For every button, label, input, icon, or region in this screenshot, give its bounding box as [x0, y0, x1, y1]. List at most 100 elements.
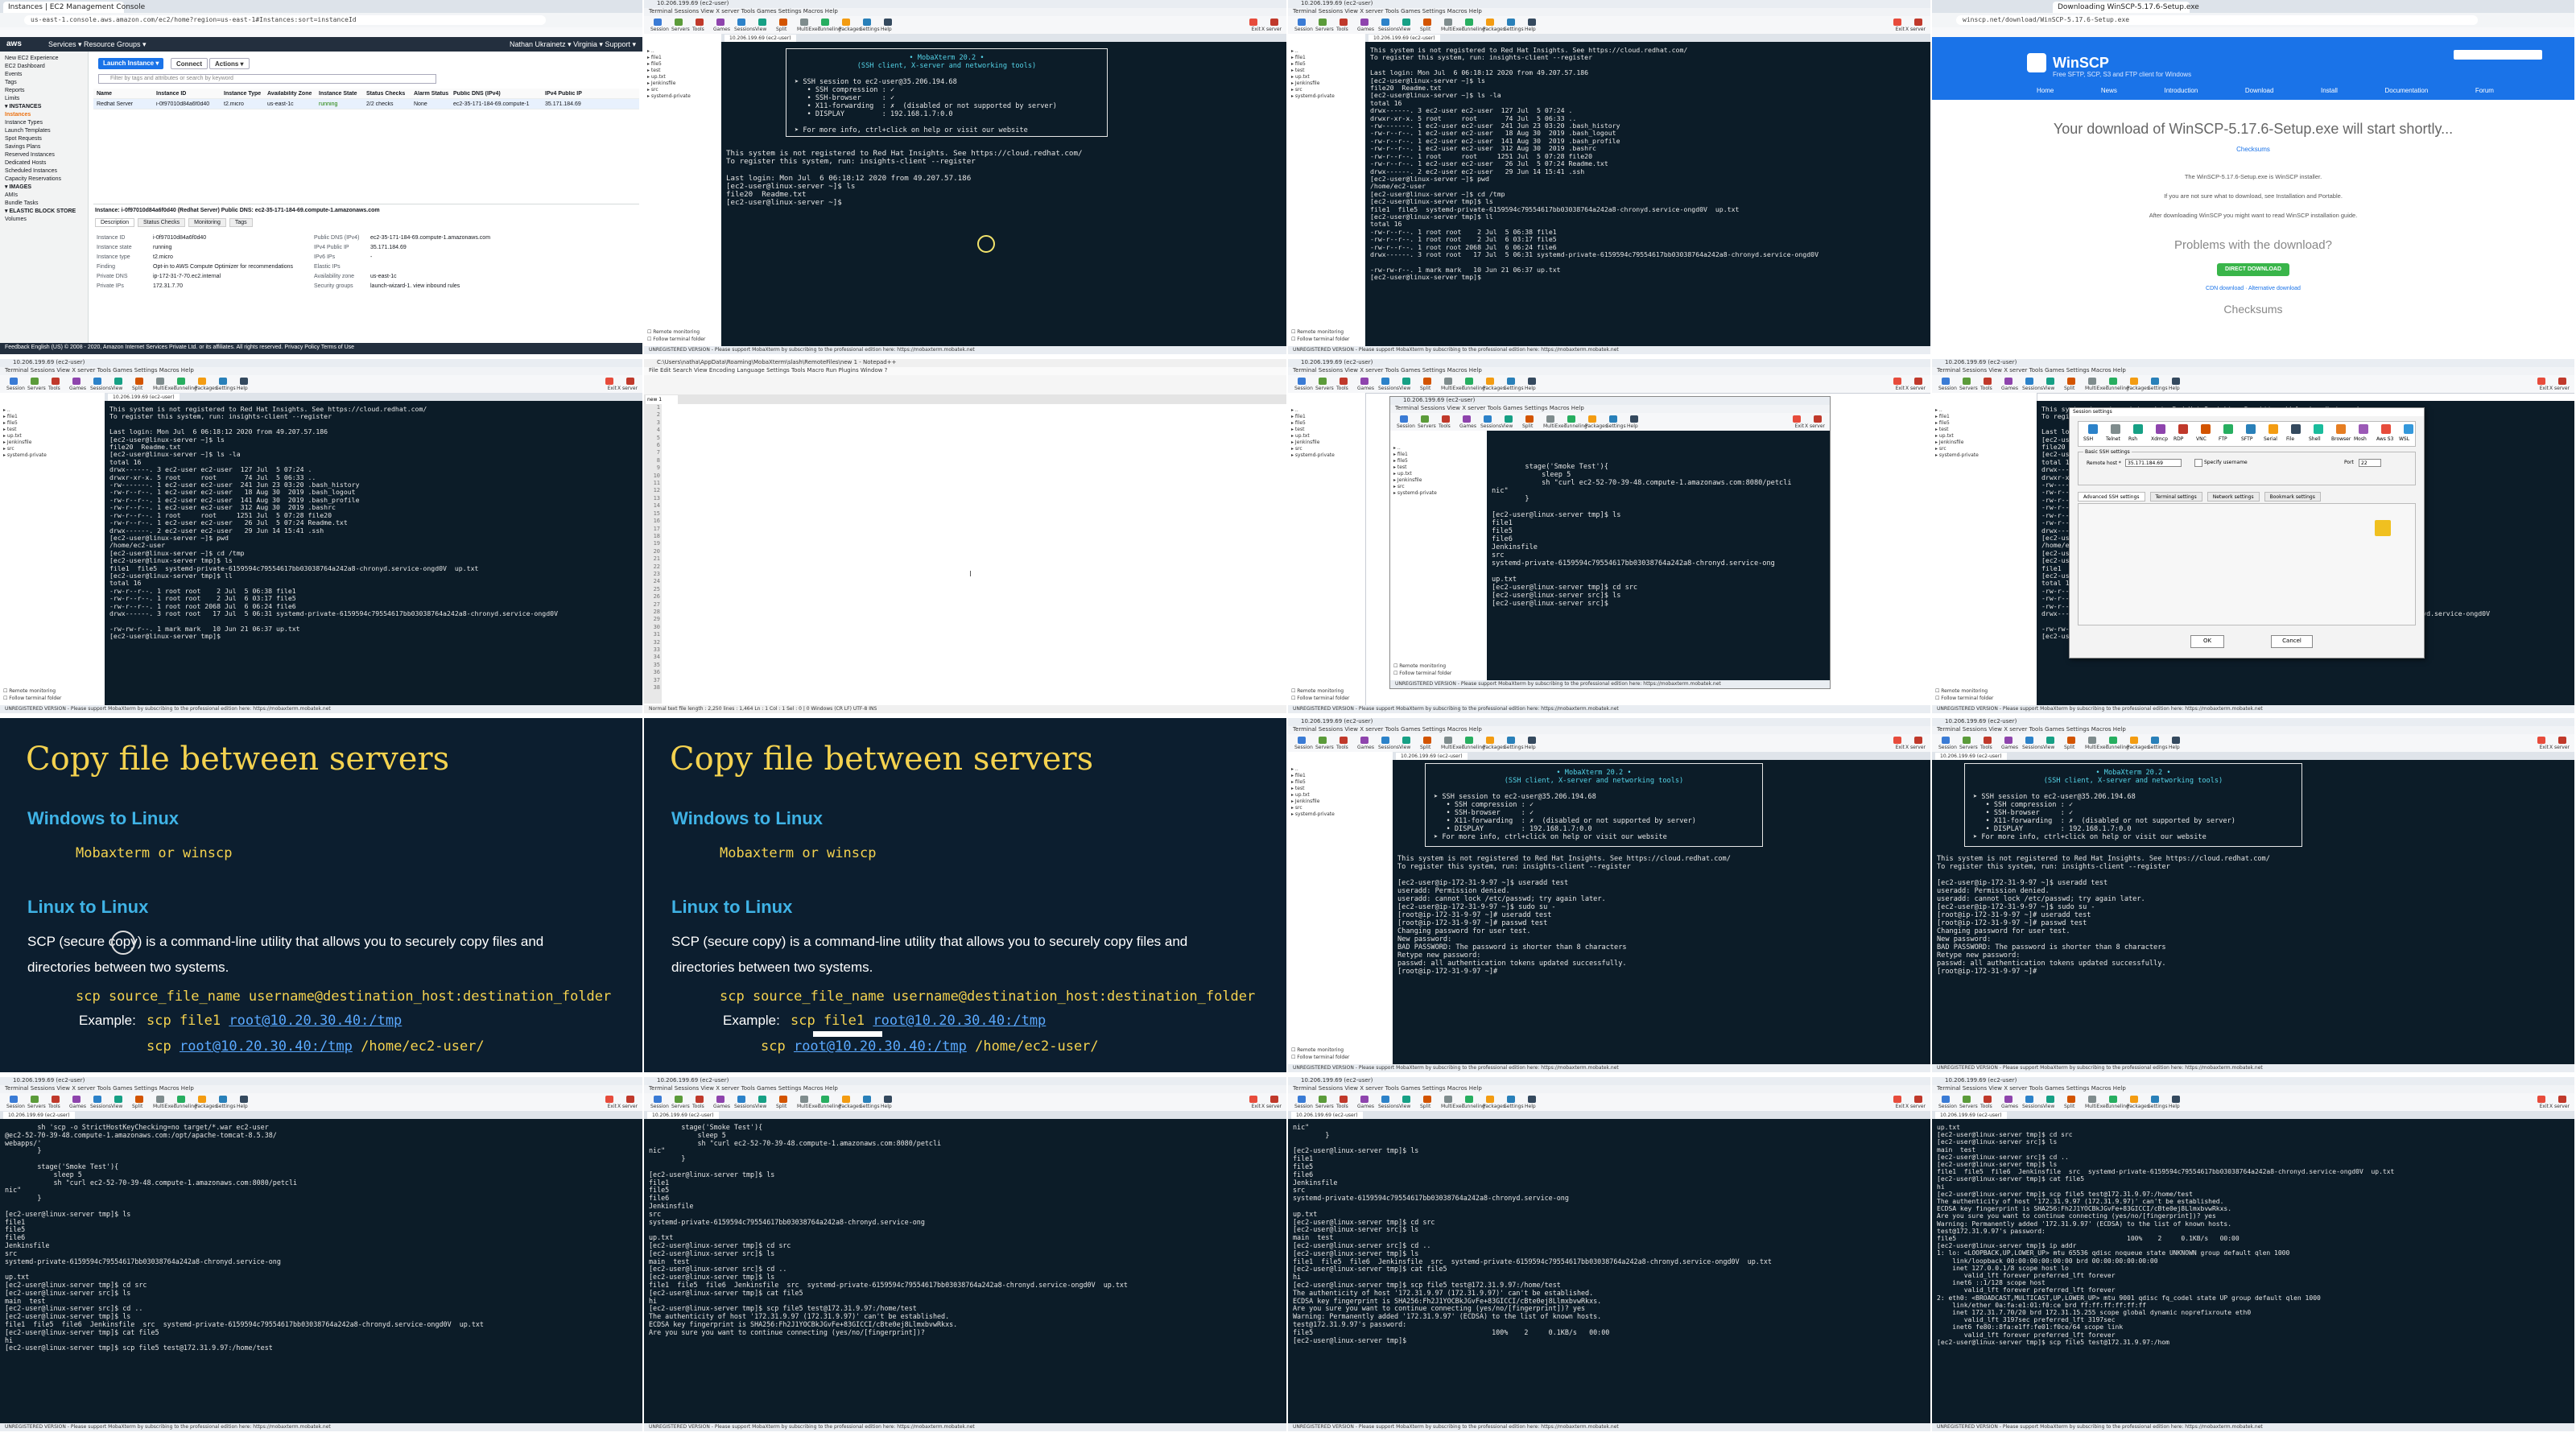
- toolbar-tunneling-icon[interactable]: [1465, 19, 1473, 26]
- file-tree-item[interactable]: ▸ Jenkinsfile: [1291, 799, 1360, 805]
- file-tree-item[interactable]: ▸ systemd-private: [3, 452, 72, 459]
- toolbar-help-icon[interactable]: [2172, 378, 2180, 385]
- aws-sidebar-item[interactable]: Capacity Reservations: [5, 175, 83, 184]
- session-tab[interactable]: 10.206.199.69 (ec2-user): [3, 1112, 75, 1119]
- menu-bar[interactable]: Terminal Sessions View X server Tools Ga…: [1288, 8, 1930, 16]
- toolbar-exit-icon[interactable]: [1893, 378, 1901, 385]
- toolbar-view-icon[interactable]: [2046, 378, 2054, 385]
- session-type-telnet-icon[interactable]: [2111, 424, 2120, 434]
- toolbar-split-icon[interactable]: [2067, 1096, 2075, 1103]
- actions-button[interactable]: Actions ▾: [209, 58, 250, 69]
- toolbar-settings-icon[interactable]: [1507, 19, 1515, 26]
- table-header-cell[interactable]: Availability Zone: [264, 91, 316, 97]
- table-row[interactable]: Redhat Server i-0f97010d84a6f0d40 t2.micro…: [93, 99, 639, 109]
- aws-sidebar-item[interactable]: Dedicated Hosts: [5, 159, 83, 167]
- session-type-vnc-icon[interactable]: [2201, 424, 2211, 434]
- session-type-serial-icon[interactable]: [2268, 424, 2278, 434]
- aws-sidebar-item[interactable]: Instances: [5, 111, 83, 119]
- aws-sidebar-item[interactable]: AMIs: [5, 192, 83, 200]
- toolbar-x-server-icon[interactable]: [2558, 737, 2566, 744]
- toolbar-tools-icon[interactable]: [1340, 1096, 1348, 1103]
- file-tree-item[interactable]: ▸ file1: [1393, 452, 1463, 458]
- toolbar-session-icon[interactable]: [1298, 1096, 1306, 1103]
- filter-input[interactable]: Filter by tags and attributes or search …: [98, 74, 436, 84]
- file-tree-item[interactable]: ▸ systemd-private: [1393, 490, 1463, 497]
- toolbar-games-icon[interactable]: [1360, 737, 1368, 744]
- site-nav-item[interactable]: Install: [2321, 87, 2338, 94]
- aws-sidebar-item[interactable]: Reports: [5, 87, 83, 95]
- file-tree-item[interactable]: ▸ src: [3, 446, 72, 452]
- file-tree[interactable]: ▸ .. ▸ file1 ▸ file5 ▸ test ▸ up.txt ▸ Jenkin…: [647, 48, 716, 100]
- toolbar-split-icon[interactable]: [1423, 1096, 1431, 1103]
- toolbar-tunneling-icon[interactable]: [2109, 1096, 2117, 1103]
- toolbar-games-icon[interactable]: [1360, 19, 1368, 26]
- toolbar-servers-icon[interactable]: [1319, 737, 1327, 744]
- toolbar-servers-icon[interactable]: [675, 1096, 683, 1103]
- terminal[interactable]: stage('Smoke Test'){ sleep 5 sh "curl ec…: [1487, 431, 1830, 680]
- file-tree-item[interactable]: ▸ up.txt: [1393, 471, 1463, 477]
- editor-area[interactable]: [662, 404, 1286, 704]
- toolbar-packages-icon[interactable]: [2130, 378, 2138, 385]
- toolbar-x-server-icon[interactable]: [1814, 415, 1822, 423]
- session-tab[interactable]: 10.206.199.69 (ec2-user): [647, 1112, 719, 1119]
- toolbar-session-icon[interactable]: [10, 378, 18, 385]
- toolbar-exit-icon[interactable]: [1893, 1096, 1901, 1103]
- toolbar-help-icon[interactable]: [2172, 737, 2180, 744]
- address-input[interactable]: us-east-1.console.aws.amazon.com/ec2/hom…: [24, 15, 546, 25]
- port-input[interactable]: 22: [2359, 459, 2381, 467]
- session-type-wsl-icon[interactable]: [2404, 424, 2413, 434]
- toolbar-tools-icon[interactable]: [1340, 737, 1348, 744]
- aws-sidebar-item[interactable]: Spot Requests: [5, 135, 83, 143]
- toolbar-tunneling-icon[interactable]: [177, 1096, 185, 1103]
- toolbar-packages-icon[interactable]: [1486, 378, 1494, 385]
- sidebar-option[interactable]: ☐ Follow terminal folder: [647, 336, 705, 343]
- toolbar-packages-icon[interactable]: [842, 19, 850, 26]
- detail-tab[interactable]: Status Checks: [138, 218, 186, 227]
- file-tree-item[interactable]: ▸ Jenkinsfile: [647, 80, 716, 87]
- toolbar-help-icon[interactable]: [1528, 19, 1536, 26]
- browser-tab[interactable]: Downloading WinSCP-5.17.6-Setup.exe: [2053, 2, 2199, 13]
- toolbar-exit-icon[interactable]: [1249, 1096, 1257, 1103]
- file-tree-item[interactable]: ▸ systemd-private: [1291, 811, 1360, 818]
- aws-sidebar-item[interactable]: Reserved Instances: [5, 151, 83, 159]
- menu-bar[interactable]: Terminal Sessions View X server Tools Ga…: [1932, 1085, 2574, 1093]
- file-tree-item[interactable]: ▸ file5: [647, 61, 716, 68]
- toolbar-help-icon[interactable]: [240, 1096, 248, 1103]
- toolbar-sessions-icon[interactable]: [2025, 737, 2033, 744]
- session-type-aws-s3-icon[interactable]: [2381, 424, 2391, 434]
- toolbar-multiexec-icon[interactable]: [2088, 378, 2096, 385]
- toolbar-view-icon[interactable]: [758, 1096, 766, 1103]
- menu-bar[interactable]: Terminal Sessions View X server Tools Ga…: [1288, 1085, 1930, 1093]
- session-tab[interactable]: 10.206.199.69 (ec2-user): [1368, 35, 1440, 42]
- toolbar-settings-icon[interactable]: [2151, 378, 2159, 385]
- file-tree-item[interactable]: ▸ up.txt: [3, 433, 72, 440]
- file-tree-item[interactable]: ▸ src: [1935, 446, 2004, 452]
- file-tree[interactable]: ▸ .. ▸ file1 ▸ file5 ▸ test ▸ up.txt ▸ Jenkin…: [3, 407, 72, 459]
- sidebar-option[interactable]: ☐ Follow terminal folder: [1393, 670, 1451, 677]
- file-tree-item[interactable]: ▸ systemd-private: [1291, 93, 1360, 100]
- file-tree-item[interactable]: ▸ up.txt: [1291, 433, 1360, 440]
- toolbar-view-icon[interactable]: [1402, 737, 1410, 744]
- session-type-ftp-icon[interactable]: [2223, 424, 2233, 434]
- toolbar-split-icon[interactable]: [135, 378, 143, 385]
- table-header-cell[interactable]: Public DNS (IPv4): [450, 91, 542, 97]
- session-tab[interactable]: 10.206.199.69 (ec2-user): [1396, 753, 1468, 760]
- remote-host-input[interactable]: 35.171.184.69: [2125, 459, 2182, 467]
- toolbar-session-icon[interactable]: [10, 1096, 18, 1103]
- toolbar-split-icon[interactable]: [779, 1096, 787, 1103]
- detail-tab[interactable]: Description: [95, 218, 135, 227]
- toolbar-help-icon[interactable]: [1630, 415, 1638, 423]
- session-type-xdmcp-icon[interactable]: [2156, 424, 2165, 434]
- toolbar-packages-icon[interactable]: [1486, 737, 1494, 744]
- toolbar-multiexec-icon[interactable]: [1546, 415, 1554, 423]
- terminal[interactable]: sh 'scp -o StrictHostKeyChecking=no targ…: [0, 1119, 642, 1423]
- toolbar-tools-icon[interactable]: [1984, 737, 1992, 744]
- file-tree[interactable]: ▸ .. ▸ file1 ▸ file5 ▸ test ▸ up.txt ▸ Jenkin…: [1291, 766, 1360, 818]
- toolbar-exit-icon[interactable]: [605, 378, 613, 385]
- toolbar-tools-icon[interactable]: [1984, 1096, 1992, 1103]
- toolbar-sessions-icon[interactable]: [2025, 378, 2033, 385]
- file-tree-item[interactable]: ▸ test: [1291, 427, 1360, 433]
- table-header-cell[interactable]: Alarm Status: [411, 91, 450, 97]
- sidebar-option[interactable]: ☐ Follow terminal folder: [1291, 336, 1349, 343]
- file-tree-item[interactable]: ▸ src: [1291, 446, 1360, 452]
